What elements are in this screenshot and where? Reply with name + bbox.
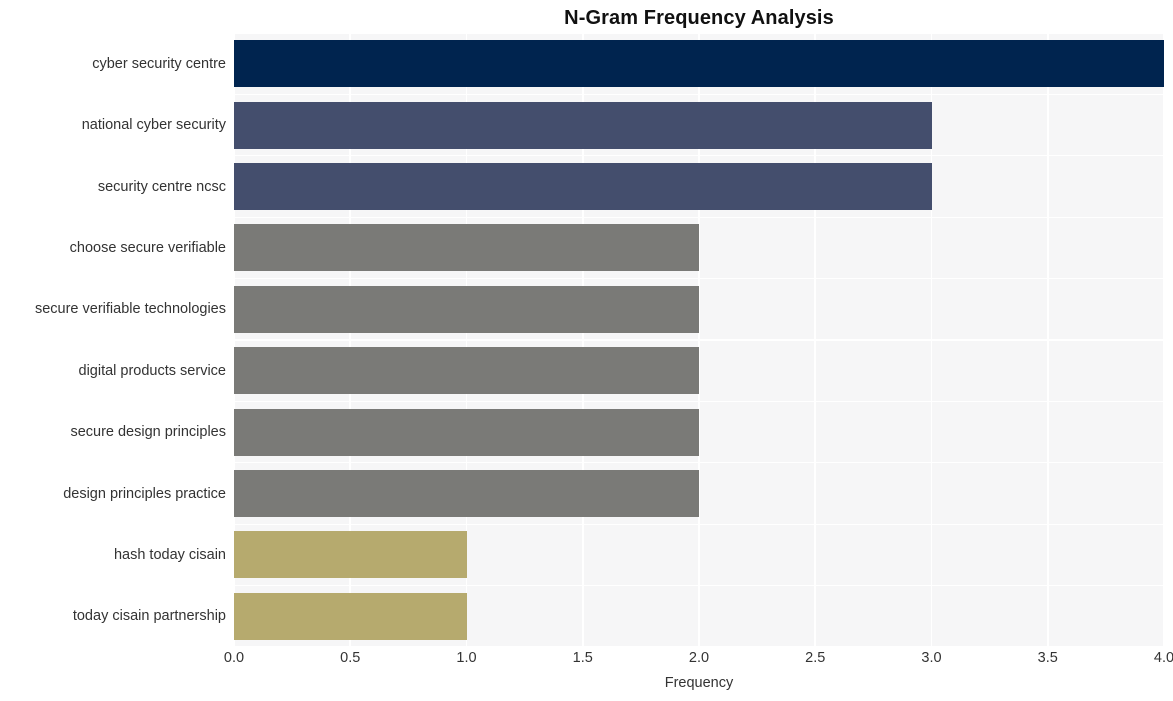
x-tick-label-4: 2.0 — [688, 650, 710, 666]
gridline-horizontal-10 — [234, 646, 1164, 647]
bar-6[interactable] — [234, 408, 699, 456]
x-tick-label-2: 1.0 — [456, 650, 477, 666]
x-tick-label-3: 1.5 — [572, 650, 593, 666]
bar-5[interactable] — [234, 347, 699, 395]
bar-9[interactable] — [234, 592, 467, 640]
x-tick-label-6: 3.0 — [921, 650, 942, 666]
bar-7[interactable] — [234, 470, 699, 517]
bar-4[interactable] — [234, 285, 699, 333]
x-tick-label-0: 0.0 — [223, 650, 245, 666]
y-tick-label-0: cyber security centre — [92, 55, 226, 72]
gridline-horizontal-8 — [234, 523, 1164, 525]
chart-title: N-Gram Frequency Analysis — [564, 7, 834, 29]
x-tick-label-8: 4.0 — [1153, 650, 1173, 666]
chart-figure: N-Gram Frequency Analysis cyber security… — [0, 0, 1173, 701]
y-tick-label-9: today cisain partnership — [72, 608, 226, 625]
bar-0[interactable] — [234, 40, 1164, 88]
y-tick-label-7: design principles practice — [63, 485, 226, 502]
bar-8[interactable] — [234, 531, 467, 579]
x-axis-tick-labels: 0.0 0.5 1.0 1.5 2.0 2.5 3.0 3.5 4.0 — [224, 650, 1173, 674]
gridline-horizontal-0 — [234, 33, 1164, 34]
gridline-horizontal-6 — [234, 400, 1164, 403]
y-tick-label-3: choose secure verifiable — [69, 239, 226, 256]
x-tick-label-7: 3.5 — [1037, 650, 1058, 666]
y-tick-label-5: digital products service — [78, 362, 227, 379]
gridline-horizontal-9 — [234, 584, 1164, 587]
bar-3[interactable] — [234, 224, 699, 272]
gridline-horizontal-5 — [234, 339, 1164, 341]
y-tick-label-8: hash today cisain — [113, 546, 226, 563]
gridline-horizontal-2 — [234, 155, 1164, 157]
gridline-horizontal-1 — [234, 93, 1164, 96]
bar-1[interactable] — [234, 101, 932, 149]
y-tick-label-4: secure verifiable technologies — [34, 301, 226, 318]
gridline-horizontal-4 — [234, 277, 1164, 280]
bar-2[interactable] — [234, 163, 932, 210]
plot-area — [234, 33, 1164, 647]
y-tick-label-6: secure design principles — [70, 424, 226, 441]
x-tick-label-1: 0.5 — [340, 650, 361, 666]
x-tick-label-5: 2.5 — [805, 650, 826, 666]
gridline-horizontal-3 — [234, 216, 1164, 218]
y-tick-label-2: security centre ncsc — [97, 178, 226, 195]
x-axis-title: Frequency — [664, 675, 734, 691]
gridline-horizontal-7 — [234, 462, 1164, 464]
y-axis-tick-labels: cyber security centre national cyber secu… — [0, 33, 226, 647]
y-tick-label-1: national cyber security — [81, 117, 226, 134]
